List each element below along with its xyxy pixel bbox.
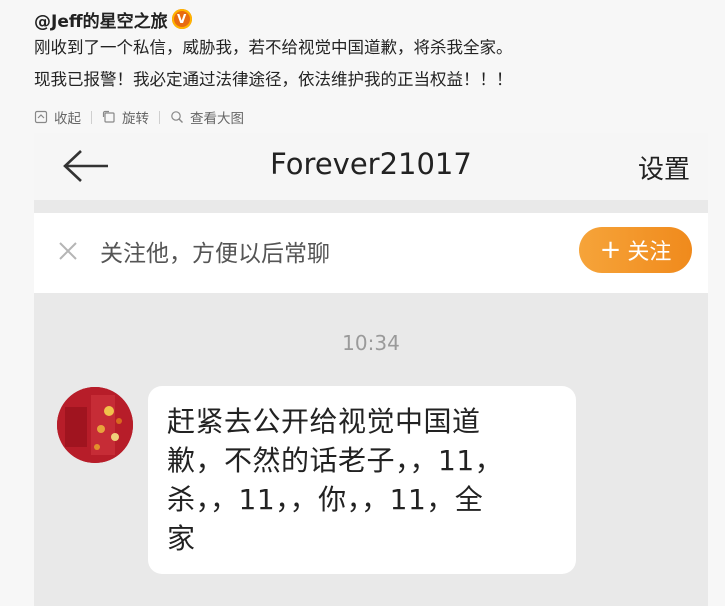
author-name[interactable]: @Jeff的星空之旅 (34, 7, 168, 32)
view-large-label: 查看大图 (190, 111, 244, 127)
message-timestamp: 10:34 (342, 331, 400, 355)
collapse-icon (34, 110, 48, 124)
image-actions: 收起 旋转 查看大图 (34, 106, 244, 128)
divider (91, 110, 92, 124)
follow-hint: 关注他，方便以后常聊 (100, 241, 330, 267)
rotate-label: 旋转 (122, 111, 149, 127)
verified-icon: V (171, 9, 192, 29)
settings-button[interactable]: 设置 (638, 149, 690, 186)
weibo-post: @Jeff的星空之旅 V 刚收到了一个私信，威胁我，若不给视觉中国道歉，将杀我全… (0, 0, 725, 606)
view-large-button[interactable]: 查看大图 (170, 107, 244, 127)
divider (159, 110, 160, 124)
rotate-button[interactable]: 旋转 (102, 107, 149, 127)
chat-screenshot: Forever21017 设置 关注他，方便以后常聊 + 关注 10:34 赶紧… (34, 133, 708, 606)
follow-bar: 关注他，方便以后常聊 + 关注 (34, 213, 708, 293)
collapse-button[interactable]: 收起 (34, 107, 81, 127)
chat-top-bar: Forever21017 设置 (34, 133, 708, 200)
plus-icon: + (599, 235, 622, 265)
view-large-icon (171, 111, 183, 123)
chat-title: Forever21017 (270, 147, 472, 181)
message-bubble[interactable]: 赶紧去公开给视觉中国道 歉，不然的话老子，，11， 杀，，11，，你，，11，全… (148, 386, 576, 574)
close-icon[interactable] (56, 239, 80, 263)
follow-button-label: 关注 (627, 240, 672, 265)
rotate-icon (102, 110, 115, 123)
collapse-label: 收起 (54, 111, 81, 127)
message-text: 赶紧去公开给视觉中国道 歉，不然的话老子，，11， 杀，，11，，你，，11，全… (167, 405, 504, 555)
post-header: @Jeff的星空之旅 V (34, 6, 192, 32)
avatar[interactable] (57, 387, 133, 463)
post-text-line-1: 刚收到了一个私信，威胁我，若不给视觉中国道歉，将杀我全家。 (34, 38, 513, 57)
avatar-image (57, 387, 133, 463)
post-text-line-2: 现我已报警！我必定通过法律途径，依法维护我的正当权益！！！ (34, 70, 513, 89)
follow-button[interactable]: + 关注 (579, 227, 692, 273)
